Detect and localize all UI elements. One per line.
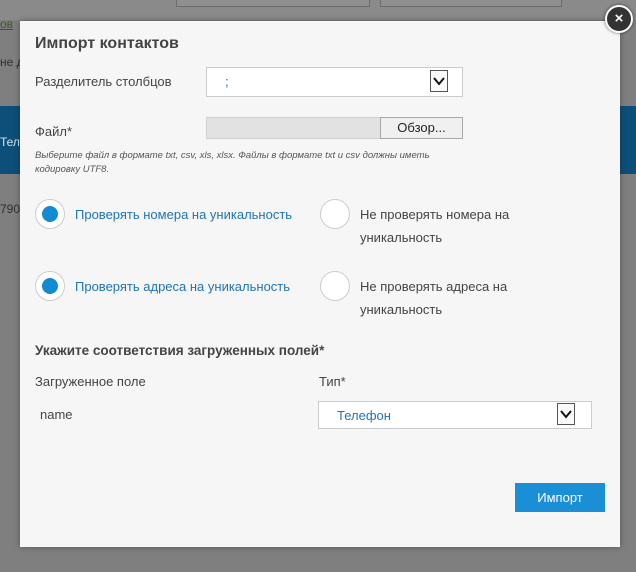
nocheck-numbers-radio[interactable] bbox=[320, 199, 350, 229]
nocheck-address-radio[interactable] bbox=[320, 271, 350, 301]
import-contacts-dialog: Импорт контактов Разделитель столбцов ; … bbox=[20, 21, 620, 547]
browse-button[interactable]: Обзор... bbox=[380, 117, 463, 139]
separator-label: Разделитель столбцов bbox=[35, 74, 172, 89]
mapping-type-value: Телефон bbox=[337, 408, 391, 423]
file-hint: Выберите файл в формате txt, csv, xls, x… bbox=[35, 150, 430, 175]
check-address-label[interactable]: Проверять адреса на уникальность bbox=[75, 275, 290, 298]
background-link: ов bbox=[0, 17, 14, 31]
dialog-title: Импорт контактов bbox=[35, 35, 179, 52]
check-address-radio[interactable] bbox=[35, 271, 65, 301]
separator-value: ; bbox=[225, 74, 229, 89]
mapping-type-select[interactable]: Телефон bbox=[318, 401, 592, 429]
background-cell-text: 790 bbox=[0, 202, 21, 216]
mapping-field-name: name bbox=[40, 407, 73, 422]
mapping-section-title: Укажите соответствия загруженных полей* bbox=[35, 343, 325, 358]
file-path-field[interactable] bbox=[206, 117, 382, 139]
background-field bbox=[380, 0, 562, 7]
chevron-down-icon bbox=[557, 403, 575, 425]
nocheck-address-label[interactable]: Не проверять адреса на уникальность bbox=[360, 275, 550, 321]
nocheck-numbers-label[interactable]: Не проверять номера на уникальность bbox=[360, 203, 550, 249]
background-header-text: Тел bbox=[0, 135, 20, 149]
check-numbers-label[interactable]: Проверять номера на уникальность bbox=[75, 203, 292, 226]
background-field bbox=[176, 0, 370, 7]
import-button[interactable]: Импорт bbox=[515, 483, 605, 512]
file-label: Файл* bbox=[35, 124, 73, 139]
close-icon[interactable]: × bbox=[605, 5, 633, 33]
separator-select[interactable]: ; bbox=[206, 67, 463, 97]
chevron-down-icon bbox=[430, 70, 448, 92]
column-header-type: Тип* bbox=[319, 374, 346, 389]
column-header-field: Загруженное поле bbox=[35, 374, 146, 389]
check-numbers-radio[interactable] bbox=[35, 199, 65, 229]
